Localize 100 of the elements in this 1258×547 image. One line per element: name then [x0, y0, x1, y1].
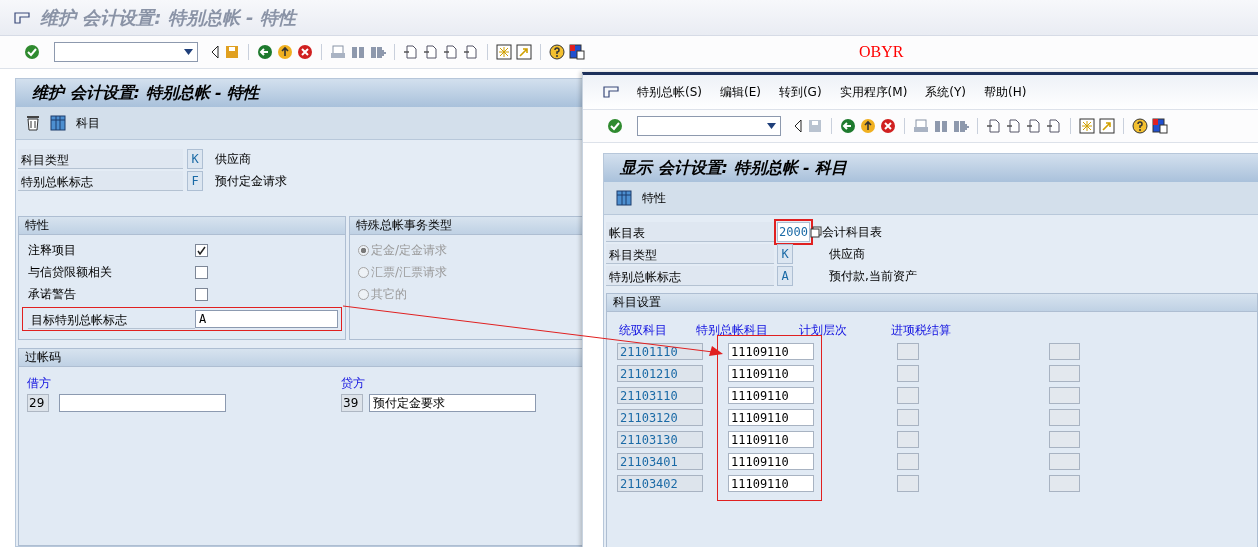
page-icon[interactable]	[423, 44, 439, 60]
page-icon[interactable]	[986, 118, 1002, 134]
empty-field[interactable]	[1049, 408, 1080, 426]
target-field[interactable]: A	[195, 310, 338, 328]
command-field[interactable]	[637, 116, 781, 136]
column-header: 进项税结算	[891, 322, 952, 339]
print-icon[interactable]	[913, 118, 929, 134]
shortcut-icon[interactable]	[516, 44, 532, 60]
window-menu-icon[interactable]	[14, 11, 30, 24]
empty-field[interactable]	[1049, 364, 1080, 382]
special-account-field[interactable]: 11109110	[728, 452, 814, 470]
field-label: 科目类型	[606, 244, 774, 264]
menu-item[interactable]: 编辑(E)	[720, 83, 761, 101]
empty-field[interactable]	[1049, 342, 1080, 360]
reconciliation-account: 21103401	[617, 452, 703, 470]
command-field[interactable]	[54, 42, 198, 62]
key-field[interactable]: K	[187, 149, 203, 169]
page-icon[interactable]	[443, 44, 459, 60]
page-icon[interactable]	[1006, 118, 1022, 134]
checkmark-icon[interactable]	[24, 44, 40, 60]
key-field[interactable]: K	[777, 244, 793, 264]
special-account-field[interactable]: 11109110	[728, 474, 814, 492]
menu-item[interactable]: 转到(G)	[778, 83, 822, 101]
new-window-icon[interactable]	[496, 44, 512, 60]
empty-field[interactable]	[1049, 386, 1080, 404]
planning-level-field[interactable]	[897, 452, 919, 470]
planning-level-field[interactable]	[897, 342, 919, 360]
page-icon[interactable]	[1046, 118, 1062, 134]
special-account-field[interactable]: 11109110	[728, 364, 814, 382]
checkmark-icon[interactable]	[607, 118, 623, 134]
cancel-icon[interactable]	[880, 118, 896, 134]
special-account-field[interactable]: 11109110	[728, 342, 814, 360]
field-label: 目标特别总帐标志	[28, 309, 195, 329]
table-icon	[616, 190, 632, 206]
planning-level-field[interactable]	[897, 364, 919, 382]
group-title: 特性	[19, 217, 345, 235]
help-icon[interactable]	[1132, 118, 1148, 134]
trash-icon[interactable]	[26, 115, 40, 131]
debit-text-field[interactable]	[59, 394, 226, 412]
key-field[interactable]: A	[777, 266, 793, 286]
planning-level-field[interactable]	[897, 408, 919, 426]
key-field[interactable]: F	[187, 171, 203, 191]
dropdown-icon[interactable]	[767, 123, 776, 129]
menu-item[interactable]: 帮助(H)	[984, 83, 1027, 101]
field-description: 预付定金请求	[215, 172, 287, 190]
new-window-icon[interactable]	[1079, 118, 1095, 134]
checkbox[interactable]	[195, 265, 208, 279]
credit-text-field[interactable]: 预付定金要求	[369, 394, 536, 412]
posting-key: 39	[341, 394, 363, 412]
layout-icon[interactable]	[569, 44, 585, 60]
back-triangle-icon[interactable]	[210, 45, 220, 59]
reconciliation-account: 21103110	[617, 386, 703, 404]
checkbox-label: 注释项目	[28, 241, 77, 259]
reconciliation-account: 21103402	[617, 474, 703, 492]
column-header: 计划层次	[799, 322, 848, 339]
posting-key: 29	[27, 394, 49, 412]
key-field[interactable]: 2000	[777, 222, 810, 242]
table-icon	[50, 115, 66, 131]
empty-field[interactable]	[1049, 452, 1080, 470]
shortcut-icon[interactable]	[1099, 118, 1115, 134]
dropdown-icon[interactable]	[184, 49, 193, 55]
menu-item[interactable]: 系统(Y)	[925, 83, 967, 101]
properties-button[interactable]: 特性	[614, 187, 668, 209]
help-icon[interactable]	[549, 44, 565, 60]
checkbox-label: 承诺警告	[28, 285, 77, 303]
field-description: 会计科目表	[821, 223, 882, 241]
checkbox[interactable]	[195, 243, 208, 257]
back-triangle-icon[interactable]	[793, 119, 803, 133]
special-account-field[interactable]: 11109110	[728, 386, 814, 404]
window-title: 维护 会计设置: 特别总帐 - 特性	[40, 5, 296, 30]
special-account-field[interactable]: 11109110	[728, 430, 814, 448]
screen-title: 维护 会计设置: 特别总帐 - 特性	[16, 79, 583, 107]
field-description: 预付款,当前资产	[829, 267, 917, 285]
accounts-button[interactable]: 科目	[48, 112, 102, 134]
empty-field[interactable]	[1049, 474, 1080, 492]
checkbox[interactable]	[195, 287, 208, 301]
group-title: 科目设置	[607, 294, 1257, 312]
planning-level-field[interactable]	[897, 474, 919, 492]
empty-field[interactable]	[1049, 430, 1080, 448]
cancel-icon[interactable]	[297, 44, 313, 60]
special-account-field[interactable]: 11109110	[728, 408, 814, 426]
copy-icon[interactable]	[809, 226, 822, 238]
column-header: 特别总帐科目	[696, 322, 769, 339]
transaction-code: OBYR	[859, 43, 904, 61]
field-label: 帐目表	[606, 222, 774, 242]
window-menu-icon[interactable]	[603, 86, 619, 98]
layout-icon[interactable]	[1152, 118, 1168, 134]
reconciliation-account: 21101110	[617, 342, 703, 360]
checkbox-label: 与信贷限额相关	[28, 263, 113, 281]
page-icon[interactable]	[1026, 118, 1042, 134]
field-label: 特别总帐标志	[18, 171, 183, 191]
menu-item[interactable]: 实用程序(M)	[839, 83, 908, 101]
page-icon[interactable]	[463, 44, 479, 60]
reconciliation-account: 21101210	[617, 364, 703, 382]
menu-item[interactable]: 特别总帐(S)	[637, 83, 702, 101]
planning-level-field[interactable]	[897, 430, 919, 448]
reconciliation-account: 21103120	[617, 408, 703, 426]
planning-level-field[interactable]	[897, 386, 919, 404]
print-icon[interactable]	[330, 44, 346, 60]
page-icon[interactable]	[403, 44, 419, 60]
